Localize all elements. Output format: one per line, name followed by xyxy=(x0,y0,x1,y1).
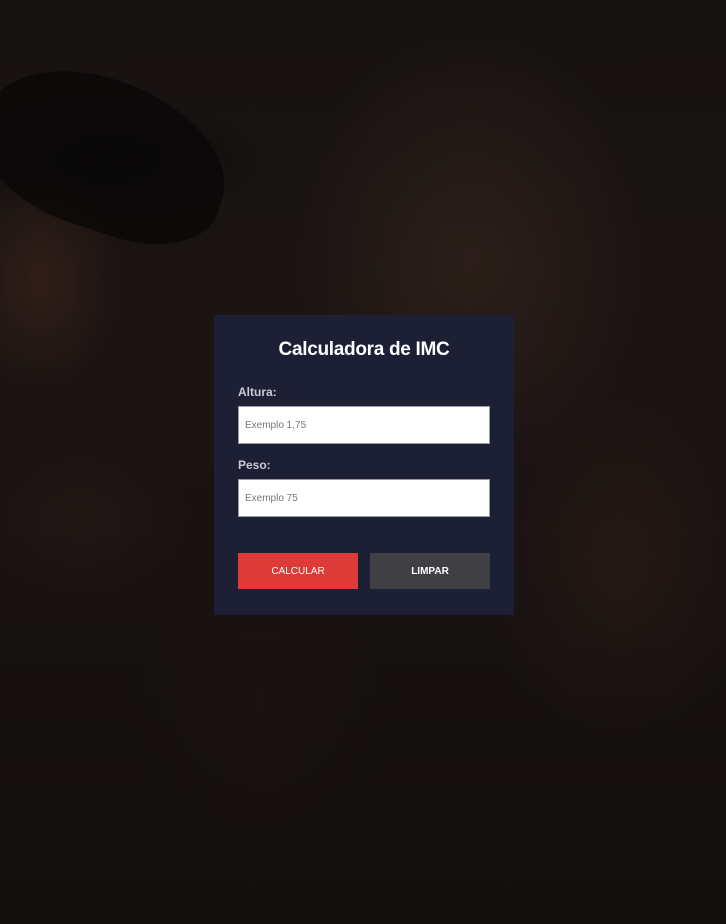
clear-button[interactable]: LIMPAR xyxy=(370,553,490,589)
weight-input[interactable] xyxy=(238,479,490,517)
page-title: Calculadora de IMC xyxy=(278,339,450,360)
calculate-button[interactable]: CALCULAR xyxy=(238,553,358,589)
action-buttons: CALCULAR LIMPAR xyxy=(238,553,490,589)
weight-label: Peso: xyxy=(238,458,271,472)
height-input[interactable] xyxy=(238,406,490,444)
height-label: Altura: xyxy=(238,385,277,399)
bmi-calculator-card: Calculadora de IMC Altura: Peso: CALCULA… xyxy=(214,315,514,615)
background-hat-shape xyxy=(0,45,248,265)
